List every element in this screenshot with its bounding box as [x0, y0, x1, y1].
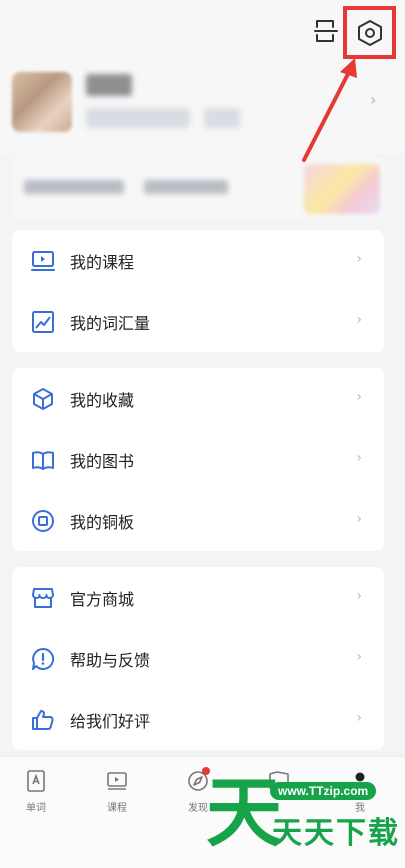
- menu-card-support: 官方商城 › 帮助与反馈 › 给我们好评 ›: [12, 567, 384, 750]
- scan-icon[interactable]: [313, 18, 339, 44]
- chevron-right-icon: ›: [356, 710, 362, 726]
- chevron-right-icon: ›: [356, 389, 362, 405]
- watermark-url: www.TTzip.com: [270, 782, 377, 800]
- open-book-icon: [32, 450, 54, 470]
- coin-icon: [32, 509, 54, 532]
- menu-item-label: 给我们好评: [70, 711, 151, 731]
- banner-image: [304, 164, 380, 214]
- cube-favorite-icon: [33, 387, 53, 410]
- watermark-big-char: 天: [206, 768, 282, 857]
- vocabulary-chart-icon: [32, 310, 54, 333]
- profile-header[interactable]: ›: [0, 62, 405, 154]
- thumbs-up-icon: [32, 709, 54, 730]
- chevron-right-icon: ›: [356, 588, 362, 604]
- nav-label: 课程: [107, 803, 127, 814]
- settings-gear-icon[interactable]: [355, 18, 385, 48]
- menu-item-my-courses[interactable]: 我的课程 ›: [12, 230, 384, 291]
- menu-card-assets: 我的收藏 › 我的图书 › 我的铜板 ›: [12, 368, 384, 551]
- menu-item-label: 我的铜板: [70, 512, 135, 532]
- menu-item-books[interactable]: 我的图书 ›: [12, 429, 384, 490]
- menu-item-rate-us[interactable]: 给我们好评 ›: [12, 689, 384, 750]
- menu-item-help-feedback[interactable]: 帮助与反馈 ›: [12, 628, 384, 689]
- promo-banner[interactable]: [12, 156, 384, 218]
- chevron-right-icon: ›: [356, 450, 362, 466]
- menu-item-label: 我的课程: [70, 252, 135, 272]
- chevron-right-icon: ›: [370, 90, 377, 109]
- banner-text-blurred: [144, 180, 228, 194]
- chevron-right-icon: ›: [356, 312, 362, 328]
- chevron-right-icon: ›: [356, 251, 362, 267]
- course-laptop-icon: [31, 250, 55, 271]
- profile-tag-blurred: [204, 108, 240, 128]
- menu-item-label: 帮助与反馈: [70, 650, 151, 670]
- settings-highlight-box: [343, 6, 396, 59]
- menu-item-vocabulary[interactable]: 我的词汇量 ›: [12, 291, 384, 352]
- avatar[interactable]: [12, 72, 72, 132]
- username-blurred: [86, 74, 132, 96]
- help-bubble-icon: [32, 647, 55, 670]
- menu-item-coins[interactable]: 我的铜板 ›: [12, 490, 384, 551]
- menu-item-label: 我的词汇量: [70, 313, 151, 333]
- nav-tab-words[interactable]: 单词: [6, 769, 66, 814]
- chevron-right-icon: ›: [356, 649, 362, 665]
- watermark-logo: 天 www.TTzip.com 天天下载: [200, 770, 400, 860]
- menu-card-learning: 我的课程 › 我的词汇量 ›: [12, 230, 384, 352]
- course-play-icon: [107, 772, 127, 790]
- menu-item-favorites[interactable]: 我的收藏 ›: [12, 368, 384, 429]
- top-bar: [0, 0, 405, 62]
- watermark-name: 天天下载: [272, 816, 400, 851]
- store-icon: [32, 587, 54, 608]
- banner-text-blurred: [24, 180, 124, 194]
- menu-item-label: 我的图书: [70, 451, 135, 471]
- menu-item-label: 官方商城: [70, 589, 135, 609]
- profile-info-blurred: [86, 108, 190, 128]
- nav-tab-courses[interactable]: 课程: [87, 769, 147, 814]
- chevron-right-icon: ›: [356, 511, 362, 527]
- nav-label: 单词: [26, 803, 46, 814]
- menu-item-store[interactable]: 官方商城 ›: [12, 567, 384, 628]
- menu-item-label: 我的收藏: [70, 390, 135, 410]
- word-card-icon: [27, 770, 45, 792]
